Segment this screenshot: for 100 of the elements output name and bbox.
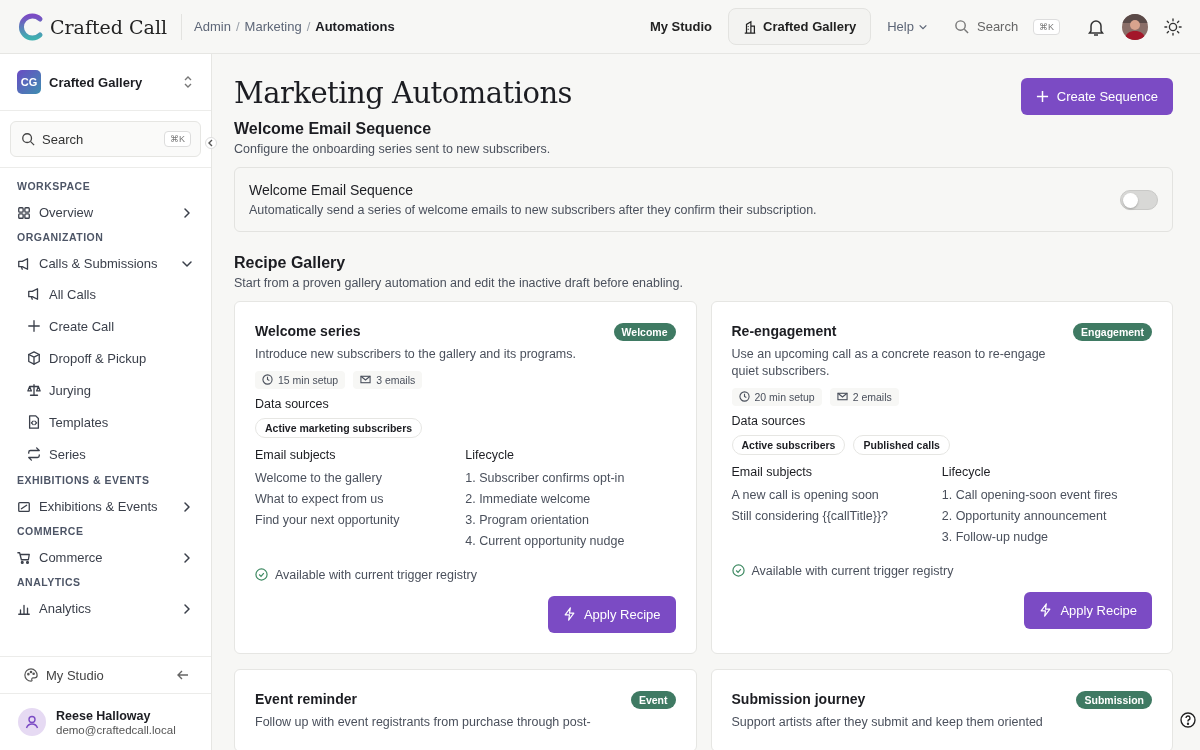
help-menu[interactable]: Help [871,11,944,42]
email-count-chip: 2 emails [829,387,899,406]
nav-link[interactable]: My Studio [633,11,729,42]
section-subtitle: Configure the onboarding series sent to new subscribers. [234,142,552,156]
lifecycle-label: Lifecycle [941,464,992,479]
breadcrumb: Automations [315,19,395,34]
sidebar-item[interactable]: Jurying [0,374,211,406]
recipe-description: Use an upcoming call as a concrete reason to re-engage quiet subscribers. [731,346,1047,380]
mail-icon [836,391,848,403]
recipe-title: Welcome series [255,323,362,339]
sidebar-item[interactable]: Overview [0,198,211,227]
category-tag: Event [630,690,676,709]
user-avatar-icon [18,708,46,736]
breadcrumb-separator: / [235,19,240,34]
create-sequence-button[interactable]: Create Sequence [1020,77,1173,115]
apply-recipe-button[interactable]: Apply Recipe [1024,591,1152,629]
logo-icon [18,12,44,41]
email-subject: A new call is opening soon [731,487,880,502]
check-circle-icon [731,564,745,578]
lifecycle-label: Lifecycle [465,447,515,462]
scale-icon [27,383,41,397]
search-field[interactable]: Search [975,18,1027,35]
megaphone-icon [27,287,41,301]
collapse-sidebar-button[interactable] [205,137,217,149]
email-subject: Still considering {{callTitle}}? [731,508,890,523]
sidebar-item[interactable]: Calls & Submissions [0,249,211,278]
user-email: demo@craftedcall.local [56,723,176,736]
data-sources-label: Data sources [255,396,330,411]
setup-time-chip: 20 min setup [731,387,822,406]
section-heading: COMMERCE [16,524,85,539]
setting-description: Automatically send a series of welcome emails to new subscribers after they confirm their subscription. [249,203,818,217]
availability-note: Available with current trigger registry [275,567,477,582]
box-icon [27,351,41,365]
org-button[interactable]: Crafted Gallery [728,8,872,45]
section-heading: ORGANIZATION [16,230,105,245]
palette-icon [24,668,38,682]
sidebar-item[interactable]: My Studio [0,656,211,693]
check-circle-icon [255,568,268,582]
frame-icon [17,499,31,514]
plus-icon [1035,89,1049,103]
chevron-right-icon [181,500,193,513]
apply-recipe-button[interactable]: Apply Recipe [547,595,676,633]
toggle-switch[interactable] [1120,189,1158,210]
breadcrumb-separator: / [306,19,311,34]
lifecycle-step: 3. Follow-up nudge [941,529,1152,544]
clock-icon [738,391,750,403]
lifecycle-step: 1. Subscriber confirms opt-in [465,470,676,485]
sidebar-item[interactable]: All Calls [0,278,211,310]
sidebar-item[interactable]: Exhibitions & Events [0,492,211,521]
sidebar-item[interactable]: Series [0,438,211,470]
category-tag: Engagement [1073,323,1152,341]
sidebar-item[interactable]: Templates [0,406,211,438]
chevron-right-icon [181,551,193,564]
recipe-description: Support artists after they submit and keep them oriented [731,713,1044,731]
file-icon [27,415,41,429]
setup-time-chip: 15 min setup [255,370,346,389]
sidebar-item[interactable]: Dropoff & Pickup [0,342,211,374]
recipe-description: Introduce new subscribers to the gallery and its programs. [255,346,577,363]
breadcrumb[interactable]: Marketing [244,19,302,34]
arrow-left-icon [177,669,189,681]
sidebar-item[interactable]: Create Call [0,310,211,342]
search-icon [21,132,35,146]
setting-title: Welcome Email Sequence [249,182,414,198]
email-subject: Find your next opportunity [255,512,401,527]
breadcrumb[interactable]: Admin [194,19,231,34]
org-avatar: CG [17,70,41,94]
section-heading: EXHIBITIONS & EVENTS [16,473,151,488]
category-tag: Welcome [613,323,676,341]
lifecycle-step: 3. Program orientation [465,512,676,527]
chevron-updown-icon [182,75,194,89]
sidebar-item[interactable]: Commerce [0,543,211,572]
grid-icon [17,205,31,220]
recipe-title: Event reminder [255,690,358,707]
lightning-icon [562,607,576,622]
mail-icon [360,374,372,386]
sidebar-item[interactable]: Analytics [0,594,211,623]
email-subjects-label: Email subjects [255,447,337,462]
plus-icon [27,319,41,333]
email-subjects-label: Email subjects [731,464,814,479]
availability-note: Available with current trigger registry [751,563,954,578]
recipe-title: Submission journey [731,690,867,707]
theme-toggle-icon[interactable] [1164,17,1182,36]
cart-icon [17,550,31,565]
recipe-title: Re-engagement [731,323,838,339]
org-switcher[interactable]: CG Crafted Gallery [0,54,211,111]
page-title: Marketing Automations [234,76,572,110]
email-count-chip: 3 emails [353,370,423,389]
logo-text[interactable]: Crafted Call [50,15,168,38]
category-tag: Submission [1076,690,1152,709]
section-heading: ANALYTICS [16,575,82,590]
help-button[interactable] [1180,712,1196,728]
chevron-right-icon [181,602,193,615]
recipe-description: Follow up with event registrants from purchase through post- [255,713,592,731]
lifecycle-step: 4. Current opportunity nudge [465,533,676,548]
repeat-icon [27,447,41,461]
clock-icon [262,374,273,386]
email-subject: What to expect from us [255,491,385,506]
shortcut-hint: ⌘K [1033,18,1060,35]
lifecycle-step: 2. Opportunity announcement [941,508,1152,523]
org-name: Crafted Gallery [49,74,144,90]
